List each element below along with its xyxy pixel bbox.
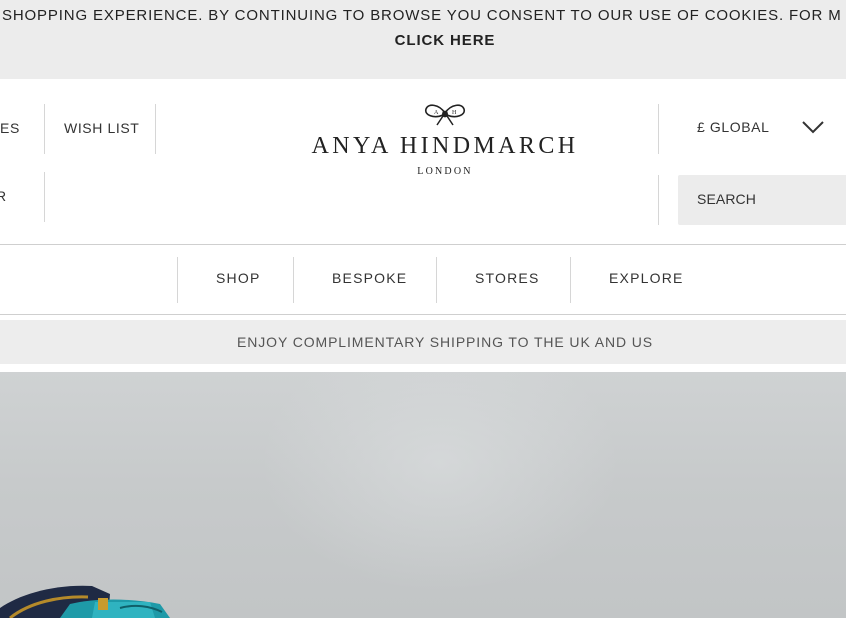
header-link-partial-bottom[interactable]: R bbox=[0, 188, 7, 204]
promo-text: ENJOY COMPLIMENTARY SHIPPING TO THE UK A… bbox=[237, 334, 653, 350]
header-link-partial-top[interactable]: ES bbox=[0, 120, 20, 136]
bow-logo-icon: A H bbox=[424, 104, 466, 126]
divider bbox=[570, 257, 571, 303]
currency-selector[interactable]: £ GLOBAL bbox=[697, 119, 770, 135]
cookie-message: SHOPPING EXPERIENCE. BY CONTINUING TO BR… bbox=[2, 7, 842, 24]
nav-item-bespoke[interactable]: BESPOKE bbox=[332, 270, 407, 286]
nav-item-stores[interactable]: STORES bbox=[475, 270, 540, 286]
brand-logo[interactable]: A H ANYA HINDMARCH LONDON bbox=[300, 101, 590, 191]
site-header: ES WISH LIST R A H ANYA HINDMARCH LONDON… bbox=[0, 79, 846, 245]
hero-image[interactable] bbox=[0, 372, 846, 618]
main-nav: SHOP BESPOKE STORES EXPLORE bbox=[0, 244, 846, 315]
divider bbox=[293, 257, 294, 303]
nav-item-explore[interactable]: EXPLORE bbox=[609, 270, 684, 286]
divider bbox=[658, 175, 659, 225]
nav-item-shop[interactable]: SHOP bbox=[216, 270, 260, 286]
divider bbox=[155, 104, 156, 154]
cookie-banner: SHOPPING EXPERIENCE. BY CONTINUING TO BR… bbox=[0, 0, 846, 79]
search-input[interactable]: SEARCH bbox=[678, 175, 846, 225]
brand-city: LONDON bbox=[417, 166, 473, 177]
svg-text:A: A bbox=[434, 110, 439, 116]
divider bbox=[436, 257, 437, 303]
promo-banner: ENJOY COMPLIMENTARY SHIPPING TO THE UK A… bbox=[0, 320, 846, 364]
bag-image bbox=[0, 585, 170, 618]
divider bbox=[44, 104, 45, 154]
divider bbox=[177, 257, 178, 303]
chevron-down-icon[interactable] bbox=[801, 119, 825, 135]
divider bbox=[658, 104, 659, 154]
search-label: SEARCH bbox=[697, 191, 756, 207]
cookie-click-here-link[interactable]: CLICK HERE bbox=[0, 32, 846, 49]
divider bbox=[44, 172, 45, 222]
wish-list-link[interactable]: WISH LIST bbox=[64, 120, 139, 136]
svg-text:H: H bbox=[452, 110, 457, 116]
brand-name: ANYA HINDMARCH bbox=[311, 133, 579, 159]
